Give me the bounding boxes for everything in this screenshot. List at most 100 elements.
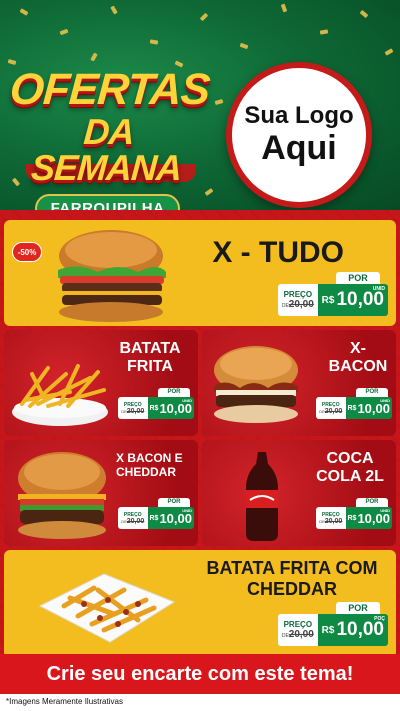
title-line-da-semana: DA SEMANA <box>29 111 183 188</box>
preco-label: PREÇO <box>283 620 313 629</box>
confetti <box>199 12 209 22</box>
confetti <box>384 48 394 56</box>
cta-banner[interactable]: Crie seu encarte com este tema! <box>0 654 400 694</box>
old-price: PREÇO DE20,00 <box>118 397 148 419</box>
product-card-x-bacon-cheddar[interactable]: X BACON E CHEDDAR POR PREÇO DE20,00 R$ 1… <box>4 440 198 546</box>
burger-icon <box>214 346 298 423</box>
old-price-value: 20,00 <box>288 629 314 640</box>
logo-placeholder[interactable]: Sua Logo Aqui <box>226 62 372 208</box>
flyer-page: OFERTAS DA SEMANA FARROUPILHA Sua Logo A… <box>0 0 400 711</box>
de-label: DE <box>281 303 289 309</box>
old-price-value: 20,00 <box>324 517 343 525</box>
soda-bottle-icon <box>246 446 278 541</box>
old-price-value: 20,00 <box>126 407 145 415</box>
unit-label: UNID <box>182 508 192 513</box>
new-price: R$ 10,00 UNID <box>345 507 392 529</box>
logo-text-line1: Sua Logo <box>244 102 354 130</box>
confetti <box>204 188 214 196</box>
confetti <box>59 28 69 36</box>
product-card-coca-cola[interactable]: COCA COLA 2L POR PREÇO DE20,00 R$ 10,00 … <box>202 440 396 546</box>
price-por-label: POR <box>336 602 380 614</box>
old-price-row: DE20,00 <box>121 408 144 415</box>
confetti <box>359 9 369 19</box>
header-banner: OFERTAS DA SEMANA FARROUPILHA Sua Logo A… <box>0 0 400 210</box>
price-por-label: POR <box>356 388 388 397</box>
price-por-label: POR <box>336 272 380 284</box>
new-price-value: 10,00 <box>336 289 384 310</box>
currency: R$ <box>149 404 159 412</box>
confetti <box>19 8 29 16</box>
confetti <box>90 52 98 62</box>
old-price-row: DE20,00 <box>282 629 314 640</box>
price-tag: POR PREÇO DE20,00 R$ 10,00 UNID <box>118 388 194 424</box>
burger-icon <box>18 452 106 539</box>
new-price: R$ 10,00 UNID <box>147 507 194 529</box>
new-price: R$ 10,00 UNID <box>147 397 194 419</box>
title-line-ofertas: OFERTAS <box>8 65 211 114</box>
unit-label: UNID <box>372 286 385 292</box>
new-price: R$ 10,00 UNID <box>317 284 388 316</box>
price-tag: POR PREÇO DE20,00 R$ 10,00 UNID <box>316 388 392 424</box>
de-label: DE <box>281 633 289 639</box>
product-card-batata-cheddar[interactable]: BATATA FRITA COM CHEDDAR POR PREÇO DE20,… <box>4 550 396 658</box>
product-name: BATATA FRITA <box>119 340 181 376</box>
product-card-x-tudo[interactable]: -50% X - TUDO POR PREÇO DE20,00 R$ 10,00… <box>4 220 396 326</box>
currency: R$ <box>347 514 357 522</box>
product-name: X - TUDO <box>212 236 344 269</box>
product-name: X-BACON <box>328 340 388 376</box>
product-card-x-bacon[interactable]: X-BACON POR PREÇO DE20,00 R$ 10,00 UNID <box>202 330 396 436</box>
confetti <box>239 42 249 50</box>
price-box: PREÇO DE20,00 R$ 10,00 UNID <box>316 397 392 419</box>
offers-area: -50% X - TUDO POR PREÇO DE20,00 R$ 10,00… <box>0 210 400 691</box>
product-name: COCA COLA 2L <box>316 450 384 486</box>
currency: R$ <box>149 514 159 522</box>
confetti <box>319 29 329 35</box>
old-price: PREÇO DE20,00 <box>278 614 318 646</box>
product-name: X BACON E CHEDDAR <box>116 451 183 479</box>
price-box: PREÇO DE20,00 R$ 10,00 UNID <box>118 507 194 529</box>
old-price: PREÇO DE20,00 <box>316 507 346 529</box>
price-tag: POR PREÇO DE20,00 R$ 10,00 UNID <box>316 498 392 534</box>
logo-text-line2: Aqui <box>261 128 337 167</box>
unit-label: POÇ <box>374 616 385 622</box>
discount-badge: -50% <box>12 242 42 262</box>
old-price-value: 20,00 <box>324 407 343 415</box>
unit-label: UNID <box>182 398 192 403</box>
title-block: OFERTAS DA SEMANA FARROUPILHA <box>8 65 211 210</box>
price-por-label: POR <box>158 498 190 507</box>
unit-label: UNID <box>380 508 390 513</box>
new-price: R$ 10,00 POÇ <box>317 614 388 646</box>
old-price-row: DE20,00 <box>319 408 342 415</box>
confetti <box>280 3 288 13</box>
price-box: PREÇO DE20,00 R$ 10,00 UNID <box>316 507 392 529</box>
old-price-value: 20,00 <box>126 517 145 525</box>
old-price-row: DE20,00 <box>282 299 314 310</box>
price-tag: POR PREÇO DE20,00 R$ 10,00 UNID <box>118 498 194 534</box>
old-price-row: DE20,00 <box>121 518 144 525</box>
old-price: PREÇO DE20,00 <box>278 284 318 316</box>
unit-label: UNID <box>380 398 390 403</box>
price-box: PREÇO DE20,00 R$ 10,00 UNID <box>118 397 194 419</box>
old-price: PREÇO DE20,00 <box>316 397 346 419</box>
price-tag: POR PREÇO DE20,00 R$ 10,00 POÇ <box>278 602 388 650</box>
preco-label: PREÇO <box>283 290 313 299</box>
price-box: PREÇO DE20,00 R$ 10,00 POÇ <box>278 614 388 646</box>
burger-icon <box>58 230 166 322</box>
cta-text: Crie seu encarte com este tema! <box>46 662 354 685</box>
price-por-label: POR <box>158 388 190 397</box>
confetti <box>214 99 224 105</box>
currency: R$ <box>347 404 357 412</box>
price-box: PREÇO DE20,00 R$ 10,00 UNID <box>278 284 388 316</box>
new-price: R$ 10,00 UNID <box>345 397 392 419</box>
old-price: PREÇO DE20,00 <box>118 507 148 529</box>
product-card-batata-frita[interactable]: BATATA FRITA POR PREÇO DE20,00 R$ 10,00 … <box>4 330 198 436</box>
fries-cheddar-icon <box>38 573 176 643</box>
disclaimer: *Imagens Meramente Ilustrativas <box>0 694 400 711</box>
currency: R$ <box>321 624 335 636</box>
new-price-value: 10,00 <box>336 619 384 640</box>
confetti <box>110 5 118 15</box>
old-price-row: DE20,00 <box>319 518 342 525</box>
confetti <box>149 39 159 45</box>
old-price-value: 20,00 <box>288 299 314 310</box>
price-por-label: POR <box>356 498 388 507</box>
